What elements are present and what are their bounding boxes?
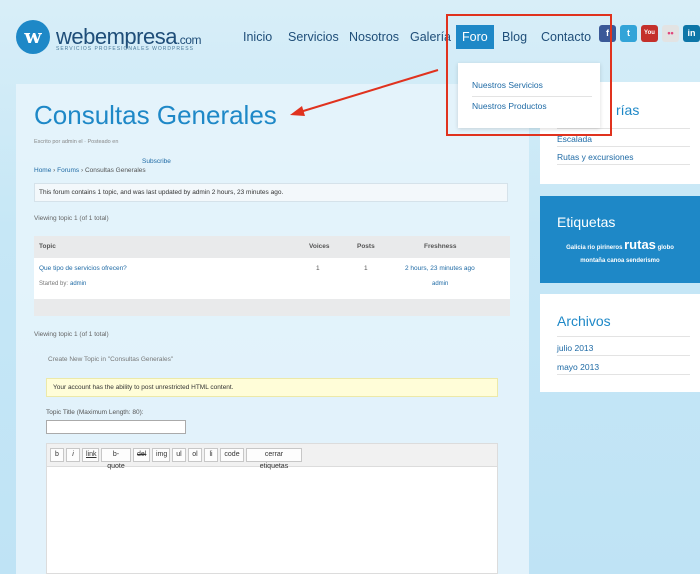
tags-title: Etiquetas — [557, 214, 616, 230]
forum-info-box: This forum contains 1 topic, and was las… — [34, 183, 508, 202]
tag-link[interactable]: Galicia — [566, 245, 586, 251]
subscribe-link[interactable]: Subscribe — [142, 158, 171, 165]
annotation-highlight-box — [446, 14, 612, 136]
archives-title: Archivos — [557, 313, 611, 329]
freshness-link[interactable]: 2 hours, 23 minutes ago — [405, 265, 475, 272]
ul-button[interactable]: ul — [172, 448, 186, 462]
archive-link[interactable]: mayo 2013 — [557, 362, 599, 372]
flickr-icon[interactable]: •• — [662, 25, 679, 42]
breadcrumb-forums[interactable]: Forums — [57, 167, 79, 174]
breadcrumb-home[interactable]: Home — [34, 167, 51, 174]
nav-item-inicio[interactable]: Inicio — [243, 30, 272, 44]
archive-link[interactable]: julio 2013 — [557, 343, 593, 353]
sidebar-archives: Archivos julio 2013 mayo 2013 — [540, 294, 700, 392]
col-voices: Voices — [309, 243, 330, 250]
tag-link[interactable]: senderismo — [626, 258, 660, 264]
img-button[interactable]: img — [152, 448, 170, 462]
col-posts: Posts — [357, 243, 375, 250]
new-topic-legend: Create New Topic in "Consultas Generales… — [48, 356, 174, 363]
nav-item-galeria[interactable]: Galería — [410, 30, 451, 44]
divider — [557, 146, 690, 147]
sidebar-tags: Etiquetas Galicia rio pirineros rutas gl… — [540, 196, 700, 283]
tag-link[interactable]: globo — [658, 245, 674, 251]
ol-button[interactable]: ol — [188, 448, 202, 462]
site-tagline: SERVICIOS PROFESIONALES WORDPRESS — [56, 46, 194, 52]
tag-link[interactable]: rutas — [624, 237, 656, 252]
page-title: Consultas Generales — [34, 100, 277, 130]
categories-title: rías — [616, 102, 640, 118]
topics-table-footer — [34, 299, 510, 316]
voices-count: 1 — [316, 265, 320, 272]
topic-title-label: Topic Title (Maximum Length: 80): — [46, 409, 144, 416]
breadcrumb-current: Consultas Generales — [84, 167, 146, 174]
html-notice: Your account has the ability to post unr… — [46, 378, 498, 397]
table-row: Que tipo de servicios ofrecen? Started b… — [34, 258, 510, 299]
li-button[interactable]: li — [204, 448, 218, 462]
divider — [557, 355, 690, 356]
breadcrumb: Home › Forums › Consultas Generales — [34, 167, 146, 174]
editor-toolbar: b i link b-quote del img ul ol li code c… — [47, 444, 497, 470]
posts-count: 1 — [364, 265, 368, 272]
del-button[interactable]: del — [133, 448, 150, 462]
code-button[interactable]: code — [220, 448, 244, 462]
site-logo-icon[interactable]: w — [16, 20, 50, 54]
col-freshness: Freshness — [424, 243, 457, 250]
col-topic: Topic — [39, 243, 56, 250]
topics-table-header: Topic Voices Posts Freshness — [34, 236, 510, 258]
pagination-count-bottom: Viewing topic 1 (of 1 total) — [34, 331, 109, 338]
topic-title-input[interactable] — [46, 420, 186, 434]
tag-link[interactable]: pirineros — [597, 245, 623, 251]
post-meta: Escrito por admin el · Posteado en — [34, 139, 119, 145]
pagination-count-top: Viewing topic 1 (of 1 total) — [34, 215, 109, 222]
tag-cloud: Galicia rio pirineros rutas globo montañ… — [540, 238, 700, 268]
category-link[interactable]: Rutas y excursiones — [557, 152, 634, 162]
close-tags-button[interactable]: cerrar etiquetas — [246, 448, 302, 470]
nav-item-servicios[interactable]: Servicios — [288, 30, 339, 44]
tag-link[interactable]: canoa — [607, 258, 624, 264]
youtube-icon[interactable]: You — [641, 25, 658, 42]
divider — [557, 336, 690, 337]
nav-item-nosotros[interactable]: Nosotros — [349, 30, 399, 44]
tag-link[interactable]: montaña — [580, 258, 605, 264]
tag-link[interactable]: rio — [587, 245, 595, 251]
twitter-icon[interactable]: t — [620, 25, 637, 42]
started-by-label: Started by: — [39, 281, 69, 287]
topic-author-link[interactable]: admin — [70, 281, 86, 287]
blockquote-button[interactable]: b-quote — [101, 448, 131, 470]
italic-button[interactable]: i — [66, 448, 80, 462]
brand-suffix: .com — [176, 33, 202, 47]
divider — [557, 374, 690, 375]
last-author-link[interactable]: admin — [432, 281, 448, 287]
divider — [557, 164, 690, 165]
topic-title-link[interactable]: Que tipo de servicios ofrecen? — [39, 265, 127, 272]
linkedin-icon[interactable]: in — [683, 25, 700, 42]
bold-button[interactable]: b — [50, 448, 64, 462]
link-button[interactable]: link — [82, 448, 99, 462]
